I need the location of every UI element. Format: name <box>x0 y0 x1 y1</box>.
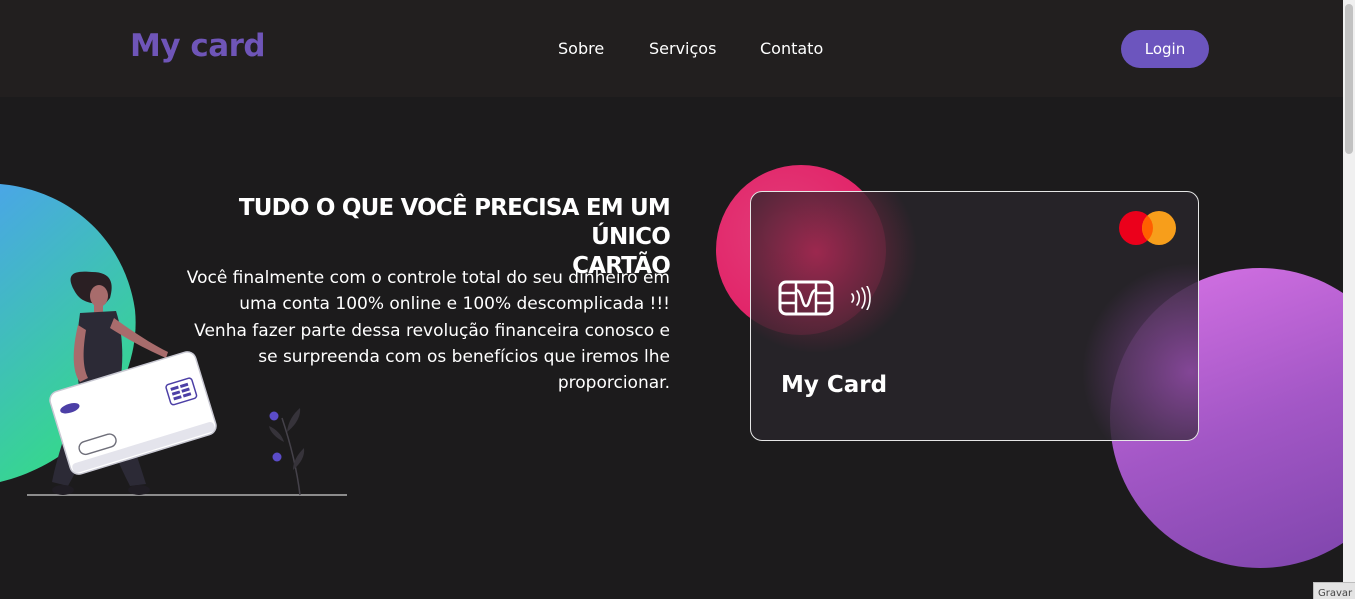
mastercard-logo-icon <box>1119 211 1176 245</box>
card-glow-purple <box>1081 262 1198 440</box>
navbar: My card Sobre Serviços Contato Login <box>0 0 1343 97</box>
scrollbar-thumb[interactable] <box>1345 4 1353 154</box>
hero-text-line: se surpreenda com os benefícios que irem… <box>258 346 670 367</box>
card-name: My Card <box>781 372 888 398</box>
nav-link-servicos[interactable]: Serviços <box>649 39 716 58</box>
hero-text-line: Venha fazer parte dessa revolução financ… <box>194 320 670 341</box>
credit-card: My Card <box>750 191 1199 441</box>
hero-text-line: Você finalmente com o controle total do … <box>186 268 670 288</box>
nav-link-contato[interactable]: Contato <box>760 39 823 58</box>
hero-title-line: TUDO O QUE VOCÊ PRECISA EM UM ÚNICO <box>238 195 671 250</box>
hero-description: Você finalmente com o controle total do … <box>140 265 670 396</box>
nav-link-sobre[interactable]: Sobre <box>558 39 604 58</box>
hero-text-line: uma conta 100% online e 100% descomplica… <box>239 294 670 315</box>
login-button[interactable]: Login <box>1121 30 1209 68</box>
card-glow-pink <box>751 192 921 352</box>
logo[interactable]: My card <box>130 28 266 64</box>
gravar-button[interactable]: Gravar <box>1313 582 1355 599</box>
contactless-icon <box>851 286 871 310</box>
hero-text-line: proporcionar. <box>557 373 670 394</box>
plant-icon <box>269 408 305 496</box>
page-scrollbar[interactable] <box>1343 0 1355 599</box>
chip-icon <box>778 280 834 316</box>
